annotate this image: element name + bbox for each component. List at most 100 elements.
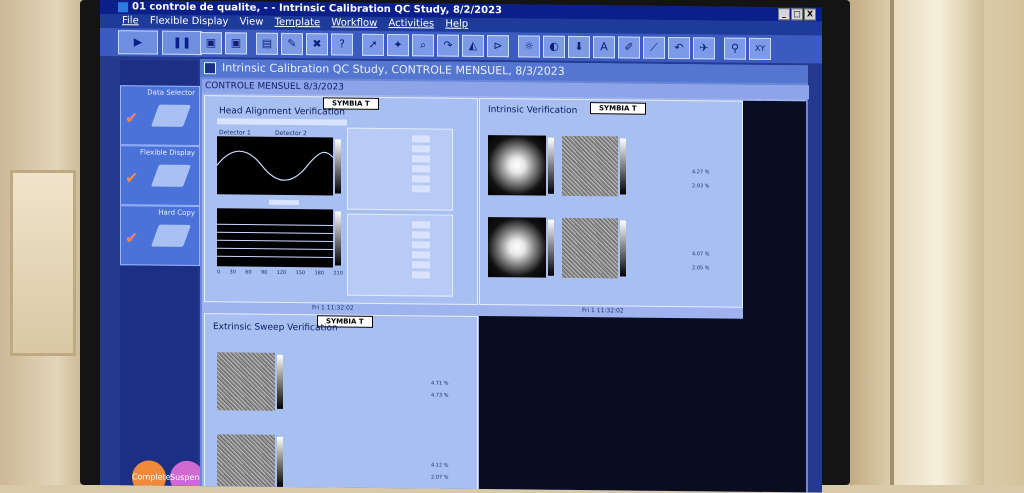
head-alignment-waveform (216, 136, 334, 196)
minimize-button[interactable]: _ (778, 8, 790, 21)
detector-2-params (347, 213, 453, 297)
window-controls: _ □ X (778, 8, 816, 21)
intrinsic-panel: SYMBIA T Intrinsic Verification 4.27 % 2… (479, 97, 743, 308)
menu-view[interactable]: View (240, 15, 264, 29)
lines-colorbar (335, 211, 341, 266)
tool-roi-icon[interactable]: ✦ (387, 34, 409, 57)
tool-measure-icon[interactable]: ⚲ (724, 37, 746, 60)
extrinsic-title: Extrinsic Sweep Verification (213, 322, 338, 334)
empty-viewport-bottom (479, 315, 743, 492)
head-alignment-lines (217, 208, 333, 268)
colorbar (277, 354, 283, 409)
study-title: Intrinsic Calibration QC Study, CONTROLE… (222, 61, 565, 78)
tool-page-icon[interactable]: ▤ (256, 32, 278, 55)
plot-line (217, 247, 333, 250)
intrinsic-uniformity-image-2 (562, 217, 618, 279)
tool-edit-icon[interactable]: ✎ (281, 32, 303, 56)
sine-wave-plot (216, 150, 334, 181)
sine-wave-line (216, 150, 334, 181)
tool-save-icon[interactable]: ▣ (200, 32, 222, 55)
tool-pan-icon[interactable]: ✈ (693, 37, 715, 60)
sidebar-item-hard-copy[interactable]: Hard Copy ✔ (120, 205, 200, 267)
menu-flexible-display[interactable]: Flexible Display (150, 15, 229, 30)
stat-value: 2.03 % (692, 183, 710, 190)
menu-workflow[interactable]: Workflow (331, 16, 377, 30)
stat-value: 4.73 % (431, 392, 449, 399)
intrinsic-footer: Fri 1 11:32:02 (582, 307, 624, 315)
background-window-frame (890, 0, 984, 485)
stat-value: 4.27 % (692, 169, 710, 176)
extrinsic-panel: SYMBIA T Extrinsic Sweep Verification 4.… (204, 313, 478, 491)
param-value (412, 135, 430, 143)
tool-brightness-icon[interactable]: ☼ (518, 35, 540, 58)
background-window-left (10, 170, 76, 356)
tool-rotate-icon[interactable]: ↷ (437, 34, 459, 57)
tool-zoom-icon[interactable]: ⌕ (412, 34, 434, 57)
menu-template[interactable]: Template (275, 16, 321, 30)
menu-activities[interactable]: Activities (389, 17, 435, 31)
hard-copy-icon (150, 224, 192, 247)
stat-value: 4.12 % (431, 462, 449, 469)
workflow-sidebar: Data Selector ✔ Flexible Display ✔ Hard … (120, 60, 204, 493)
play-button[interactable]: ▶ (118, 30, 158, 55)
menu-file[interactable]: File (122, 14, 139, 28)
head-alignment-footer: Fri 1 11:32:02 (312, 304, 354, 312)
study-icon (204, 62, 216, 75)
tool-help-icon[interactable]: ? (331, 33, 353, 56)
stat-value: 4.07 % (692, 251, 710, 258)
param-value (412, 251, 430, 259)
monitor-screen: 01 controle de qualite, - - Intrinsic Ca… (100, 0, 822, 493)
waveform-colorbar (335, 139, 341, 194)
sidebar-item-flexible-display[interactable]: Flexible Display ✔ (120, 145, 200, 207)
close-button[interactable]: X (804, 8, 816, 21)
complete-button[interactable]: Complete (132, 460, 171, 493)
flexible-display-icon (150, 164, 192, 187)
x-tick: 90 (260, 269, 268, 276)
head-alignment-title: Head Alignment Verification (219, 106, 345, 118)
tool-contrast-icon[interactable]: ◐ (543, 35, 565, 58)
tool-delete-icon[interactable]: ✖ (306, 33, 328, 56)
stat-value: 2.07 % (431, 474, 449, 481)
param-value (412, 261, 430, 269)
plot-line (217, 239, 333, 242)
param-value (412, 241, 430, 249)
tool-buttons: ▣ ▣ ▤ ✎ ✖ ? ➚ ✦ ⌕ ↷ ◭ ⊳ ☼ ◐ ⬇ A ✐ ⟋ ↶ ✈ … (200, 32, 771, 61)
sidebar-item-label: Hard Copy (158, 208, 195, 217)
param-value (412, 145, 430, 153)
x-tick: 0 (217, 269, 221, 276)
tool-flip-icon[interactable]: ◭ (462, 34, 484, 58)
x-tick: 150 (295, 270, 306, 277)
tool-download-icon[interactable]: ⬇ (568, 35, 590, 59)
maximize-button[interactable]: □ (791, 8, 803, 21)
plot-line (217, 231, 333, 234)
app-icon (118, 2, 128, 13)
tool-undo-icon[interactable]: ↶ (668, 36, 690, 60)
x-tick: 210 (333, 270, 343, 277)
tool-mirror-icon[interactable]: ⊳ (487, 35, 509, 58)
param-value (412, 221, 430, 229)
suspend-button[interactable]: Suspend (170, 460, 204, 493)
report-content: SYMBIA T Head Alignment Verification Det… (202, 93, 806, 493)
x-tick: 180 (314, 270, 325, 277)
tool-line-icon[interactable]: ⟋ (643, 36, 665, 59)
tool-text-icon[interactable]: A (593, 36, 615, 59)
empty-viewport-right (743, 100, 806, 493)
tool-copy-icon[interactable]: ▣ (225, 32, 247, 55)
stat-value: 2.05 % (692, 265, 710, 272)
intrinsic-flood-image-1 (488, 135, 546, 196)
pause-button[interactable]: ❚❚ (162, 30, 202, 56)
colorbar (620, 138, 626, 195)
param-value (412, 271, 430, 279)
tool-annotate-icon[interactable]: ✐ (618, 36, 640, 59)
tool-xy-icon[interactable]: XY (749, 37, 771, 61)
detector-select-field[interactable] (269, 199, 299, 206)
param-value (412, 155, 430, 163)
menu-help[interactable]: Help (445, 18, 468, 32)
sidebar-item-data-selector[interactable]: Data Selector ✔ (120, 85, 200, 147)
plot-line (217, 255, 333, 258)
param-value (412, 165, 430, 173)
sidebar-item-label: Data Selector (147, 88, 195, 97)
colorbar (277, 436, 283, 487)
head-alignment-selector[interactable] (217, 118, 347, 126)
tool-pointer-icon[interactable]: ➚ (362, 33, 384, 56)
